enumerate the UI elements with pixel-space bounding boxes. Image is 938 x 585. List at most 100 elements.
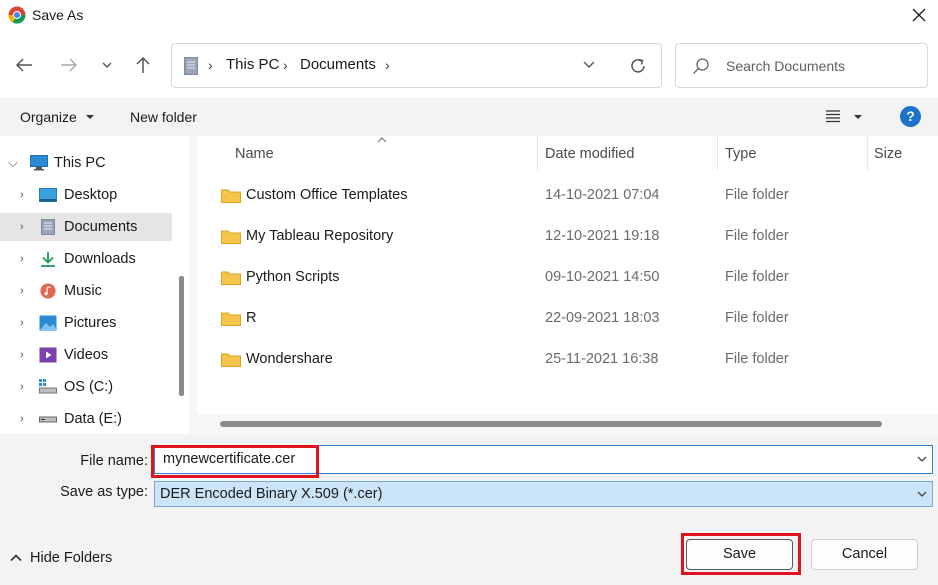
expand-chevron-icon[interactable]: ›: [20, 253, 24, 265]
sort-ascending-icon: [377, 137, 387, 143]
chevron-down-icon[interactable]: [916, 453, 928, 465]
breadcrumb-separator: ›: [208, 57, 213, 73]
file-name: Wondershare: [246, 351, 333, 367]
hide-folders-label: Hide Folders: [30, 550, 113, 566]
column-header-type[interactable]: Type: [725, 146, 756, 162]
horizontal-scrollbar-thumb[interactable]: [220, 421, 882, 427]
sidebar-item-music[interactable]: › Music: [0, 277, 172, 305]
sidebar-item-data-e[interactable]: › Data (E:): [0, 405, 172, 433]
navigation-pane: ⌵ This PC › Desktop › Documents › Downlo…: [0, 136, 189, 434]
sidebar-item-label: OS (C:): [64, 379, 114, 395]
address-bar[interactable]: › This PC › Documents ›: [171, 43, 662, 88]
monitor-icon: [30, 155, 48, 171]
window-title: Save As: [32, 7, 84, 23]
file-row[interactable]: Custom Office Templates 14-10-2021 07:04…: [197, 175, 938, 216]
help-button[interactable]: ?: [900, 106, 921, 127]
file-type: File folder: [725, 187, 789, 203]
file-name: R: [246, 310, 257, 326]
file-row[interactable]: R 22-09-2021 18:03 File folder: [197, 298, 938, 339]
view-caret-icon[interactable]: [854, 115, 862, 119]
refresh-icon[interactable]: [628, 56, 648, 76]
file-date: 09-10-2021 14:50: [545, 269, 660, 285]
arrow-left-icon: [15, 58, 32, 72]
breadcrumb-separator: ›: [283, 57, 288, 73]
up-button[interactable]: [130, 52, 156, 78]
file-type: File folder: [725, 310, 789, 326]
save-type-select[interactable]: DER Encoded Binary X.509 (*.cer): [154, 481, 933, 507]
expand-chevron-icon[interactable]: ›: [20, 317, 24, 329]
music-icon: [40, 283, 56, 299]
file-date: 22-09-2021 18:03: [545, 310, 660, 326]
sidebar-item-label: Downloads: [64, 251, 136, 267]
sidebar-item-os-c[interactable]: › OS (C:): [0, 373, 172, 401]
navigation-bar: › This PC › Documents › Search Documents: [0, 32, 938, 98]
sidebar-item-label: Data (E:): [64, 411, 123, 427]
breadcrumb-documents[interactable]: Documents: [300, 56, 376, 73]
back-button[interactable]: [11, 52, 37, 78]
save-type-value: DER Encoded Binary X.509 (*.cer): [160, 486, 383, 502]
expand-chevron-icon[interactable]: ›: [20, 189, 24, 201]
file-row[interactable]: Wondershare 25-11-2021 16:38 File folder: [197, 339, 938, 380]
folder-icon: [221, 230, 241, 244]
pane-divider[interactable]: [189, 136, 197, 434]
new-folder-button[interactable]: New folder: [130, 109, 197, 125]
search-icon: [693, 58, 709, 74]
title-bar: Save As: [0, 0, 938, 32]
save-form: File name: mynewcertificate.cer Save as …: [0, 434, 938, 516]
column-divider[interactable]: [867, 136, 868, 170]
chevron-up-icon: [10, 554, 22, 562]
recent-locations-button[interactable]: [94, 52, 120, 78]
sidebar-item-this-pc[interactable]: ⌵ This PC: [0, 149, 172, 177]
file-name: My Tableau Repository: [246, 228, 394, 244]
arrow-up-icon: [136, 56, 150, 73]
file-name-highlight: [151, 445, 319, 478]
file-type: File folder: [725, 269, 789, 285]
view-options-icon[interactable]: [825, 109, 841, 123]
sidebar-item-pictures[interactable]: › Pictures: [0, 309, 172, 337]
sidebar-item-desktop[interactable]: › Desktop: [0, 181, 172, 209]
expand-chevron-icon[interactable]: ›: [20, 221, 24, 233]
folder-icon: [221, 271, 241, 285]
file-date: 14-10-2021 07:04: [545, 187, 660, 203]
download-icon: [41, 252, 55, 267]
column-header-size[interactable]: Size: [874, 146, 902, 162]
expand-chevron-icon[interactable]: ›: [20, 285, 24, 297]
search-box[interactable]: Search Documents: [675, 43, 928, 88]
file-name: Custom Office Templates: [246, 187, 408, 203]
sidebar-item-downloads[interactable]: › Downloads: [0, 245, 172, 273]
column-divider[interactable]: [717, 136, 718, 170]
file-name: Python Scripts: [246, 269, 340, 285]
forward-button[interactable]: [56, 52, 82, 78]
sidebar-item-videos[interactable]: › Videos: [0, 341, 172, 369]
file-row[interactable]: Python Scripts 09-10-2021 14:50 File fol…: [197, 257, 938, 298]
column-divider[interactable]: [537, 136, 538, 170]
folder-icon: [221, 312, 241, 326]
folder-icon: [221, 353, 241, 367]
file-list: Name Date modified Type Size Custom Offi…: [197, 136, 938, 434]
close-button[interactable]: [900, 0, 938, 30]
address-history-icon[interactable]: [582, 58, 596, 72]
file-row[interactable]: My Tableau Repository 12-10-2021 19:18 F…: [197, 216, 938, 257]
sidebar-scrollbar[interactable]: [179, 276, 184, 396]
cancel-button[interactable]: Cancel: [811, 539, 918, 570]
chrome-icon: [8, 6, 26, 24]
expand-chevron-icon[interactable]: ›: [20, 413, 24, 425]
chevron-down-icon: [102, 62, 112, 68]
collapse-chevron-icon[interactable]: ⌵: [8, 155, 18, 171]
chevron-down-icon[interactable]: [916, 488, 928, 500]
hide-folders-button[interactable]: Hide Folders: [10, 550, 112, 566]
column-header-name[interactable]: Name: [235, 146, 274, 162]
expand-chevron-icon[interactable]: ›: [20, 381, 24, 393]
breadcrumb-this-pc[interactable]: This PC: [226, 56, 279, 73]
organize-button[interactable]: Organize: [20, 109, 77, 125]
sidebar-item-label: Documents: [64, 219, 138, 235]
drive-os-icon: [39, 379, 57, 394]
column-header-date[interactable]: Date modified: [545, 146, 634, 162]
sidebar-item-documents[interactable]: › Documents: [0, 213, 172, 241]
expand-chevron-icon[interactable]: ›: [20, 349, 24, 361]
save-button-highlight: [681, 533, 801, 575]
file-type: File folder: [725, 351, 789, 367]
close-icon: [912, 8, 926, 22]
file-date: 25-11-2021 16:38: [545, 351, 659, 367]
file-type: File folder: [725, 228, 789, 244]
